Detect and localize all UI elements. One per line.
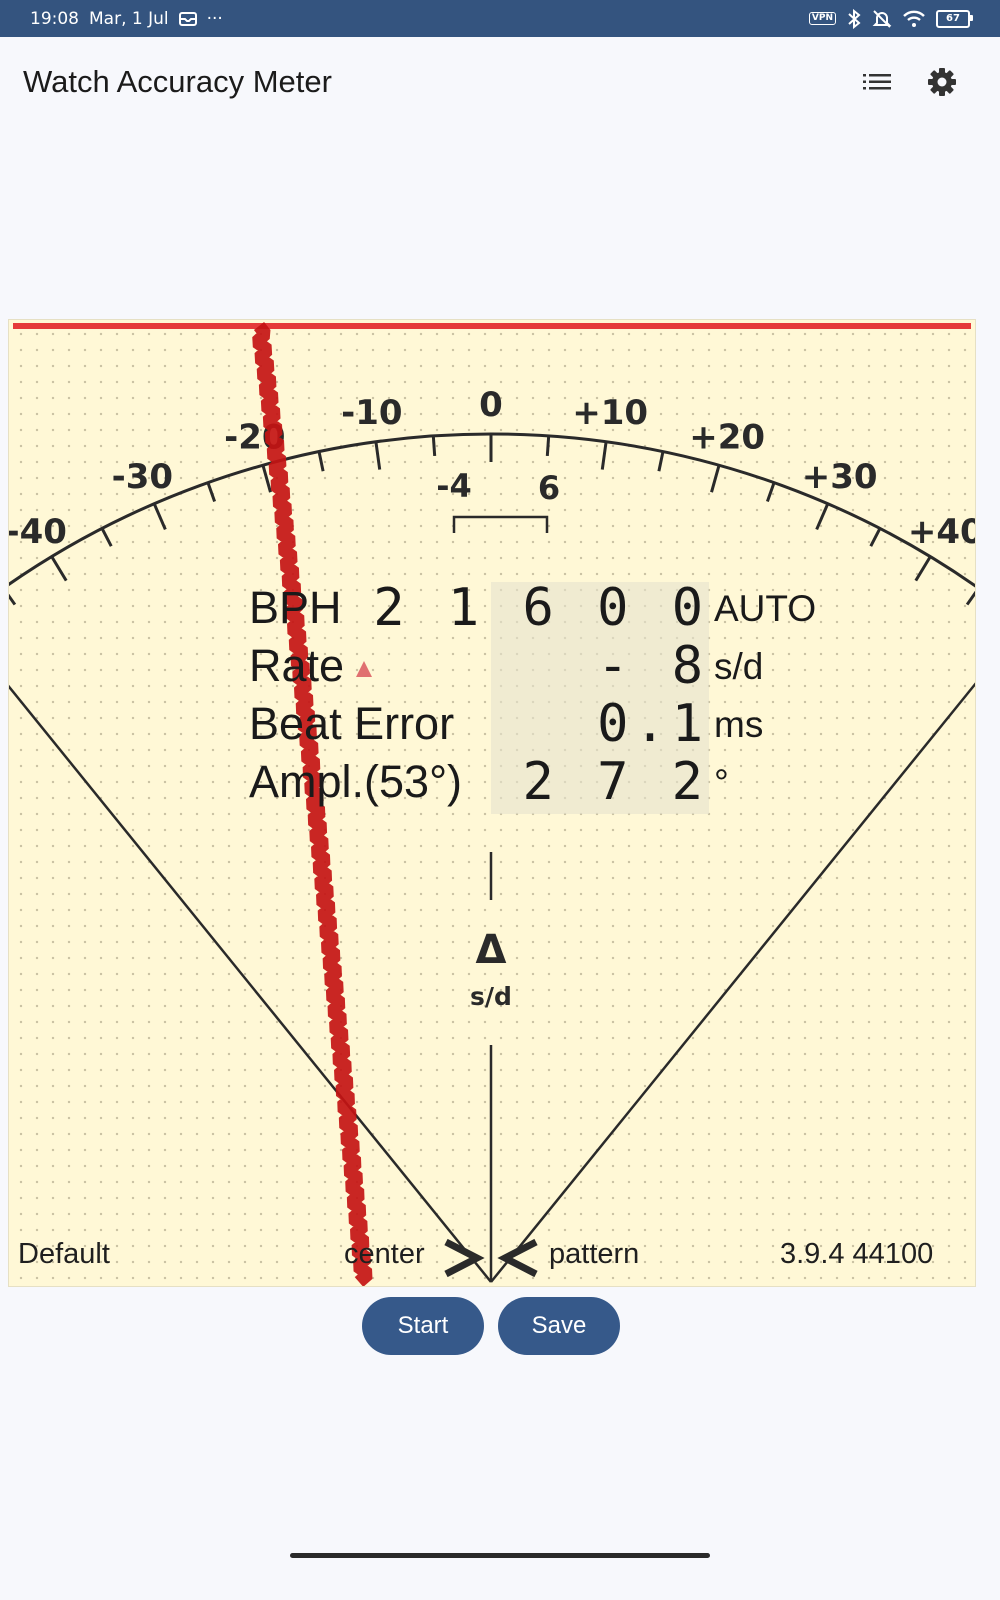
home-indicator[interactable] (290, 1553, 710, 1558)
amplitude-label: Ampl.(53°) (249, 756, 463, 807)
scale-label: +30 (802, 457, 878, 497)
bell-off-icon (872, 9, 892, 29)
bph-unit: AUTO (714, 588, 817, 629)
rate-value: - 8 (597, 636, 709, 696)
settings-icon (928, 68, 956, 96)
bph-value: 2 1 6 0 0 (373, 578, 709, 638)
scale-tick (965, 590, 975, 606)
scale-tick (815, 503, 830, 531)
beat-error-unit: ms (714, 704, 764, 745)
scale-tick (317, 451, 325, 472)
scale-label: +20 (689, 417, 765, 457)
scale-tick (710, 464, 721, 493)
scale-tick (545, 435, 551, 457)
status-date: Mar, 1 Jul (89, 8, 169, 29)
amplitude-value: 2 7 2 (522, 752, 709, 812)
tolerance-low-label: -4 (436, 467, 472, 505)
rate-label-group: Rate (249, 640, 373, 692)
tolerance-high-label: 6 (538, 469, 560, 507)
profile-label[interactable]: Default (18, 1238, 110, 1271)
pattern-label: pattern (549, 1238, 640, 1270)
rate-unit: s/d (714, 646, 764, 687)
list-button[interactable] (852, 57, 902, 107)
app-bar: Watch Accuracy Meter (0, 37, 1000, 127)
scale-tick (914, 555, 932, 582)
settings-button[interactable] (917, 57, 967, 107)
scale-tick (600, 441, 608, 470)
scale-tick (374, 441, 382, 470)
pattern-arrow-icon (497, 1238, 538, 1278)
vpn-icon: VPN (808, 12, 836, 25)
beat-error-row: Beat Error 0.1 ms (249, 694, 849, 756)
bph-row: BPH 2 1 6 0 0 AUTO (249, 578, 849, 640)
amplitude-unit: ° (714, 762, 729, 803)
status-bar: 19:08 Mar, 1 Jul ··· VPN 67 (0, 0, 1000, 37)
rate-label: Rate (249, 640, 345, 691)
bph-label: BPH (249, 582, 342, 633)
beat-error-value: 0.1 (597, 694, 709, 754)
delta-unit: s/d (470, 982, 512, 1011)
scale-label: +10 (572, 393, 648, 433)
scale-label: -30 (112, 457, 173, 497)
scale-tick (206, 482, 217, 502)
start-button[interactable]: Start (362, 1297, 484, 1355)
scale-tick (869, 527, 882, 547)
scale-tick (152, 503, 167, 531)
scale-tick (9, 593, 17, 606)
page-title: Watch Accuracy Meter (23, 64, 332, 99)
meter-display: -50-40-30-20-100+10+20+30+40+50 -4 6 Δ s… (8, 319, 976, 1287)
save-button[interactable]: Save (498, 1297, 620, 1355)
delta-symbol: Δ (476, 927, 507, 973)
rate-row: Rate - 8 s/d (249, 636, 849, 698)
wifi-icon (902, 10, 926, 28)
list-icon (863, 74, 891, 90)
status-time: 19:08 (30, 8, 79, 29)
scale-label: -40 (9, 512, 67, 552)
center-arrow-icon (444, 1238, 485, 1278)
scale-label: +40 (908, 512, 975, 552)
beat-error-label: Beat Error (249, 698, 455, 749)
scale-tick (657, 451, 665, 472)
scale-label: -10 (341, 393, 402, 433)
scale-tick (100, 527, 113, 547)
version-label: 3.9.4 44100 (780, 1238, 934, 1270)
center-label: center (344, 1238, 425, 1270)
scale-tick (50, 555, 68, 582)
scale-label: 0 (479, 385, 503, 425)
rate-trend-icon (356, 661, 373, 678)
tolerance-bracket (452, 515, 549, 533)
mail-icon (178, 11, 197, 26)
status-overflow: ··· (206, 8, 223, 29)
scale-tick (431, 435, 437, 457)
amplitude-row: Ampl.(53°) 2 7 2 ° (249, 752, 849, 814)
scale-tick (765, 482, 776, 502)
bluetooth-icon (846, 8, 862, 29)
battery-icon: 67 (936, 9, 973, 28)
